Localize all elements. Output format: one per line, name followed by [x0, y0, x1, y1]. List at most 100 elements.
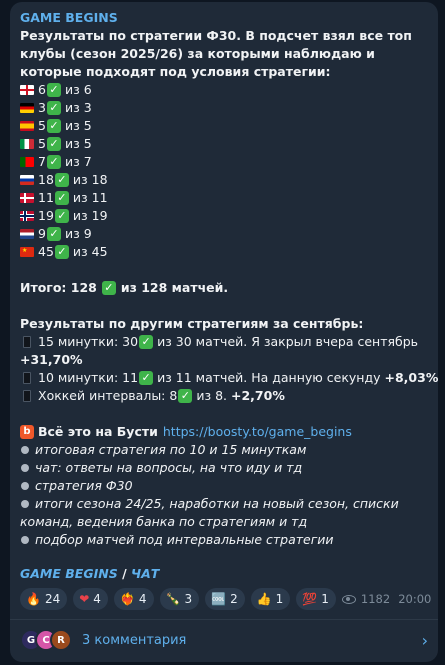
- flag-row-count: 19: [38, 208, 54, 223]
- strategy-row-profit: +8,03%: [384, 370, 439, 385]
- footer-links: GAME BEGINS / ЧАТ: [20, 566, 428, 582]
- flag-row-count: 18: [38, 172, 54, 187]
- strategy-row-suffix: из 8.: [196, 388, 227, 403]
- flag-row: 11 ✓ из 11: [20, 189, 428, 207]
- check-icon: ✓: [54, 245, 69, 259]
- heart-icon: ❤: [79, 592, 90, 606]
- flag-row-count: 3: [38, 100, 46, 115]
- phone-icon: [23, 390, 31, 402]
- strategy-row: 10 минутки: 11 ✓ из 11 матчей. На данную…: [20, 369, 438, 387]
- check-icon: ✓: [54, 209, 69, 223]
- phone-icon: [23, 372, 31, 384]
- portugal-flag-icon: [20, 157, 34, 167]
- strategy-row-profit: +31,70%: [20, 352, 83, 367]
- flag-row-total: из 3: [64, 100, 92, 115]
- flag-row-total: из 18: [72, 172, 108, 187]
- reaction-hundred[interactable]: 💯 1: [296, 588, 336, 610]
- flag-row-total: из 9: [64, 226, 92, 241]
- reaction-thumbs-up[interactable]: 👍 1: [250, 588, 291, 610]
- divider: [10, 619, 438, 620]
- thumbs-up-icon: 👍: [256, 592, 272, 606]
- flag-row-total: из 7: [64, 154, 92, 169]
- check-icon: ✓: [46, 227, 61, 241]
- bullet-icon: [21, 499, 29, 508]
- flag-row-count: 5: [38, 118, 46, 133]
- bullet-icon: [21, 445, 29, 454]
- flag-row: ★ 45 ✓ из 45: [20, 243, 428, 261]
- footer-chat-link[interactable]: ЧАТ: [131, 566, 159, 581]
- post-intro: Результаты по стратегии Ф30. В подсчет в…: [20, 28, 412, 79]
- china-flag-icon: ★: [20, 247, 34, 257]
- list-item: чат: ответы на вопросы, на что иду и тд: [20, 459, 428, 477]
- eye-icon: [341, 594, 356, 604]
- strategy-row: 15 минутки: 30 ✓ из 30 матчей. Я закрыл …: [20, 333, 428, 351]
- phone-icon: [23, 336, 31, 348]
- norway-flag-icon: [20, 211, 34, 221]
- list-item: стратегия Ф30: [20, 477, 428, 495]
- strategy-row-suffix: из 11 матчей. На данную секунду: [157, 370, 381, 385]
- reaction-champagne[interactable]: 🍾 3: [159, 588, 200, 610]
- flag-row-total: из 6: [64, 82, 92, 97]
- russia-flag-icon: [20, 175, 34, 185]
- message-meta: 1182 20:00: [341, 592, 432, 606]
- denmark-flag-icon: [20, 193, 34, 203]
- channel-name[interactable]: GAME BEGINS: [20, 10, 428, 26]
- heart-on-fire-icon: ❤‍🔥: [119, 592, 135, 606]
- reaction-heart-on-fire[interactable]: ❤‍🔥 4: [113, 588, 154, 610]
- footer-channel-link[interactable]: GAME BEGINS: [20, 566, 118, 581]
- bullet-icon: [21, 481, 29, 490]
- chevron-right-icon: ›: [421, 630, 428, 650]
- boosty-icon: b: [20, 425, 34, 439]
- check-icon: ✓: [139, 335, 154, 349]
- check-icon: ✓: [178, 389, 193, 403]
- cool-icon: 🆒: [211, 592, 227, 606]
- check-icon: ✓: [46, 137, 61, 151]
- flag-row-total: из 11: [72, 190, 108, 205]
- spain-flag-icon: [20, 121, 34, 131]
- other-heading: Результаты по другим стратегиям за сентя…: [20, 316, 364, 331]
- strategy-row: Хоккей интервалы: 8 ✓ из 8. +2,70%: [20, 387, 428, 405]
- message-time: 20:00: [398, 592, 432, 606]
- flag-row-total: из 45: [72, 244, 108, 259]
- strategy-row-prefix: Хоккей интервалы: 8: [38, 388, 178, 403]
- fire-icon: 🔥: [26, 592, 41, 606]
- comments-button[interactable]: G C R 3 комментария ›: [20, 627, 428, 653]
- view-count: 1182: [360, 592, 391, 606]
- comments-label: 3 комментария: [82, 632, 187, 648]
- germany-flag-icon: [20, 103, 34, 113]
- netherlands-flag-icon: [20, 229, 34, 239]
- total-line: Итого: 128 ✓ из 128 матчей.: [20, 279, 428, 297]
- list-item: итоги сезона 24/25, наработки на новый с…: [20, 496, 399, 529]
- reaction-fire[interactable]: 🔥 24: [20, 588, 68, 610]
- flag-row-count: 7: [38, 154, 46, 169]
- flag-row-count: 9: [38, 226, 46, 241]
- strategy-row-suffix: из 30 матчей. Я закрыл вчера сентябрь: [157, 334, 419, 349]
- flag-row: 5 ✓ из 5: [20, 135, 428, 153]
- check-icon: ✓: [46, 119, 61, 133]
- message-bubble: GAME BEGINS Результаты по стратегии Ф30.…: [10, 2, 438, 662]
- boosty-line: b Всё это на Бусти https://boosty.to/gam…: [20, 423, 428, 441]
- flag-row: 6 ✓ из 6: [20, 81, 428, 99]
- list-item: итоговая стратегия по 10 и 15 минуткам: [20, 441, 428, 459]
- flag-row-count: 45: [38, 244, 54, 259]
- flag-row-count: 5: [38, 136, 46, 151]
- check-icon: ✓: [46, 83, 61, 97]
- list-item: подбор матчей под интервальные стратегии: [20, 531, 428, 549]
- reaction-cool[interactable]: 🆒 2: [205, 588, 245, 610]
- boosty-label: Всё это на Бусти: [38, 424, 158, 439]
- bullet-icon: [21, 463, 29, 472]
- england-flag-icon: [20, 85, 34, 95]
- avatar: R: [50, 629, 72, 651]
- check-icon: ✓: [139, 371, 154, 385]
- champagne-icon: 🍾: [165, 592, 181, 606]
- hundred-icon: 💯: [302, 592, 318, 606]
- strategy-row-prefix: 15 минутки: 30: [38, 334, 139, 349]
- flag-row-count: 6: [38, 82, 46, 97]
- footer-separator: /: [122, 566, 127, 581]
- reaction-heart[interactable]: ❤ 4: [73, 588, 108, 610]
- boosty-link[interactable]: https://boosty.to/game_begins: [163, 423, 352, 441]
- strategy-row-profit: +2,70%: [231, 388, 285, 403]
- flag-row-total: из 19: [72, 208, 108, 223]
- flag-row-count: 11: [38, 190, 54, 205]
- flag-row-total: из 5: [64, 118, 92, 133]
